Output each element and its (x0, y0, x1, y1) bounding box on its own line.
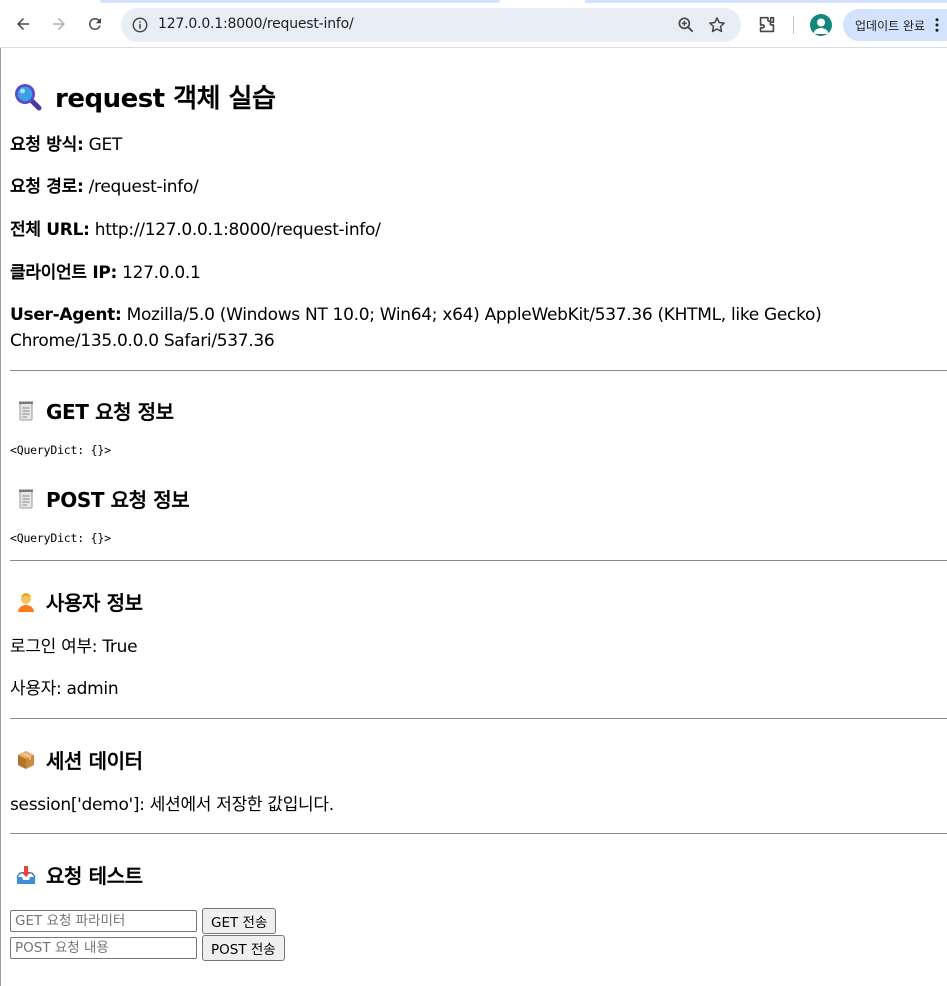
post-content-input[interactable] (10, 937, 197, 959)
site-info-icon[interactable] (131, 16, 149, 34)
zoom-icon[interactable] (676, 15, 696, 35)
test-section-heading-text: 요청 테스트 (46, 864, 143, 888)
get-section-heading: GET 요청 정보 (15, 396, 174, 425)
divider (10, 718, 947, 719)
divider (10, 560, 947, 561)
post-querydict: <QueryDict: {}> (10, 531, 111, 545)
tab-strip-edge-right (585, 0, 947, 3)
username: 사용자: admin (10, 679, 119, 699)
post-section-heading: POST 요청 정보 (15, 484, 190, 513)
page-title-text: request 객체 실습 (55, 84, 276, 114)
request-path-label: 요청 경로: (10, 177, 84, 197)
person-icon (18, 592, 34, 612)
page-content: request 객체 실습 요청 방식: GET 요청 경로: /request… (0, 48, 947, 986)
page-title: request 객체 실습 (13, 78, 276, 115)
get-querydict: <QueryDict: {}> (10, 443, 111, 457)
address-bar[interactable]: 127.0.0.1:8000/request-info/ (121, 8, 741, 42)
user-agent-label: User-Agent: (10, 305, 122, 325)
memo-icon (19, 489, 33, 508)
forward-button[interactable] (44, 9, 74, 39)
login-status: 로그인 여부: True (10, 637, 138, 657)
arrow-right-icon (53, 18, 65, 30)
post-form: POST 전송 (10, 935, 285, 961)
client-ip-label: 클라이언트 IP: (10, 263, 118, 283)
user-section-heading: 사용자 정보 (15, 587, 143, 616)
user-section-heading-text: 사용자 정보 (46, 591, 143, 615)
browser-toolbar: 127.0.0.1:8000/request-info/ 업데이트 완료 (0, 0, 947, 48)
bookmark-star-icon[interactable] (707, 15, 727, 35)
request-method-row: 요청 방식: GET (10, 132, 920, 158)
get-section-heading-text: GET 요청 정보 (46, 400, 174, 424)
back-button[interactable] (8, 9, 38, 39)
more-vert-icon[interactable] (928, 16, 946, 34)
request-method-value: GET (83, 135, 123, 155)
full-url-value: http://127.0.0.1:8000/request-info/ (89, 220, 381, 240)
divider (10, 833, 947, 834)
full-url-row: 전체 URL: http://127.0.0.1:8000/request-in… (10, 217, 920, 243)
divider (10, 370, 947, 371)
profile-avatar[interactable] (810, 14, 832, 36)
post-section-heading-text: POST 요청 정보 (46, 488, 190, 512)
session-section-heading-text: 세션 데이터 (46, 749, 143, 773)
person-icon (813, 18, 829, 34)
memo-icon (19, 401, 33, 420)
get-form: GET 전송 (10, 908, 277, 934)
session-section-heading: 세션 데이터 (15, 745, 143, 774)
post-submit-button[interactable]: POST 전송 (202, 935, 285, 961)
request-path-value: /request-info/ (83, 177, 199, 197)
magnifying-glass-icon (15, 83, 42, 110)
client-ip-value: 127.0.0.1 (117, 263, 201, 283)
inbox-tray-icon (16, 865, 36, 884)
user-agent-row: User-Agent: Mozilla/5.0 (Windows NT 10.0… (10, 302, 840, 354)
get-submit-button[interactable]: GET 전송 (202, 908, 277, 934)
reload-icon (88, 17, 101, 30)
package-icon (18, 750, 34, 769)
tab-strip-edge (100, 0, 500, 3)
arrow-left-icon (17, 18, 29, 30)
client-ip-row: 클라이언트 IP: 127.0.0.1 (10, 260, 920, 286)
update-label: 업데이트 완료 (855, 19, 926, 33)
test-section-heading: 요청 테스트 (15, 860, 143, 889)
extensions-puzzle-icon[interactable] (756, 14, 778, 36)
url-text[interactable]: 127.0.0.1:8000/request-info/ (158, 16, 354, 32)
user-agent-value: Mozilla/5.0 (Windows NT 10.0; Win64; x64… (10, 305, 822, 351)
request-path-row: 요청 경로: /request-info/ (10, 174, 920, 200)
get-param-input[interactable] (10, 910, 197, 932)
toolbar-divider (793, 16, 794, 34)
request-method-label: 요청 방식: (10, 135, 84, 155)
session-entry: session['demo']: 세션에서 저장한 값입니다. (10, 795, 334, 815)
full-url-label: 전체 URL: (10, 220, 90, 240)
reload-button[interactable] (80, 9, 110, 39)
update-complete-button[interactable]: 업데이트 완료 (843, 9, 947, 41)
